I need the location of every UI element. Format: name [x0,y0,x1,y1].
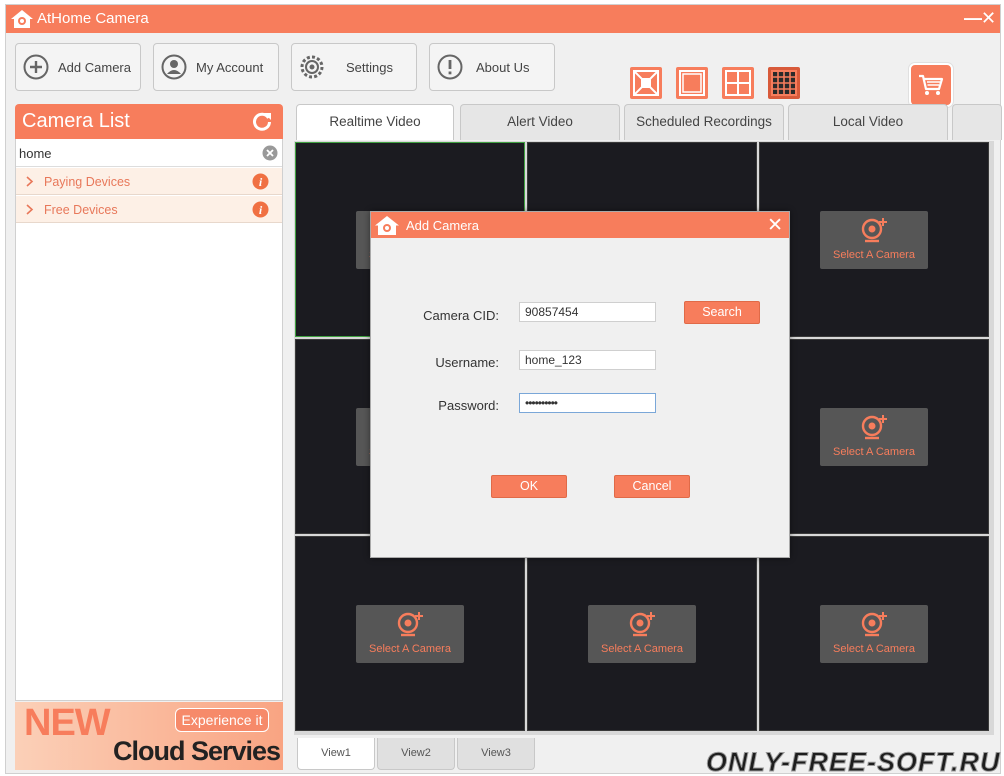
cancel-button[interactable]: Cancel [614,475,690,498]
video-cell[interactable]: Select A Camera [759,339,989,534]
webcam-add-icon [397,612,423,637]
tab-scheduled-recordings[interactable]: Scheduled Recordings [624,104,784,140]
tab-realtime-video[interactable]: Realtime Video [296,104,454,140]
search-button[interactable]: Search [684,301,760,324]
view-tab-2[interactable]: View2 [377,738,455,770]
video-cell[interactable]: Select A Camera [527,536,757,731]
tab-alert-video[interactable]: Alert Video [460,104,620,140]
select-camera-label: Select A Camera [601,643,683,655]
info-circle-icon [437,54,463,80]
site-watermark: ONLY-FREE-SOFT.RU [705,747,1001,776]
layout-2x2-icon[interactable] [722,67,754,99]
dialog-title: Add Camera [406,218,479,233]
info-icon[interactable]: i [252,173,269,190]
webcam-add-icon [861,612,887,637]
select-camera-button[interactable]: Select A Camera [588,605,696,663]
settings-button[interactable]: Settings [291,43,417,91]
add-camera-dialog: Add Camera ✕ Camera CID: Search Username… [370,211,790,558]
ad-cloud-text: Cloud Servies [113,736,281,766]
video-cell[interactable]: Select A Camera [759,142,989,337]
refresh-icon[interactable] [251,110,273,132]
layout-4x4-icon[interactable] [768,67,800,99]
select-camera-label: Select A Camera [833,446,915,458]
window-title: AtHome Camera [37,10,149,27]
close-button[interactable]: ✕ [981,8,996,28]
ad-new-text: NEW [24,702,111,744]
view-tab-1[interactable]: View1 [297,738,375,770]
my-account-button[interactable]: My Account [153,43,279,91]
layout-1x1-split-icon[interactable] [630,67,662,99]
select-camera-label: Select A Camera [833,643,915,655]
about-us-button[interactable]: About Us [429,43,555,91]
camera-search-box [16,139,282,167]
layout-single-icon[interactable] [676,67,708,99]
account-icon [161,54,187,80]
camera-cid-input[interactable] [519,302,656,322]
password-input[interactable] [519,393,656,413]
video-cell[interactable]: Select A Camera [295,536,525,731]
free-devices-group[interactable]: Free Devices i [16,196,282,223]
view-tab-3[interactable]: View3 [457,738,535,770]
camera-list-panel: Paying Devices i Free Devices i [15,139,283,701]
free-devices-label: Free Devices [44,203,118,217]
info-icon[interactable]: i [252,201,269,218]
tab-cloud-video[interactable]: C [952,104,1002,140]
select-camera-label: Select A Camera [369,643,451,655]
camera-list-title: Camera List [22,110,130,132]
add-camera-label: Add Camera [58,59,131,75]
chevron-right-icon [26,176,34,187]
username-label: Username: [435,355,499,370]
camera-cid-label: Camera CID: [423,308,499,323]
my-account-label: My Account [196,59,264,75]
webcam-add-icon [861,218,887,243]
shopping-cart-icon [919,74,944,95]
password-label: Password: [438,398,499,413]
camera-list-header: Camera List [15,104,283,139]
about-us-label: About Us [476,59,530,75]
paying-devices-group[interactable]: Paying Devices i [16,168,282,195]
settings-label: Settings [346,59,393,75]
camera-search-input[interactable] [19,144,255,162]
plus-circle-icon [23,54,49,80]
select-camera-button[interactable]: Select A Camera [820,408,928,466]
title-bar[interactable]: AtHome Camera — ✕ [6,5,1000,33]
select-camera-button[interactable]: Select A Camera [820,211,928,269]
video-cell[interactable]: Select A Camera [759,536,989,731]
home-logo-icon [11,10,33,28]
dialog-close-button[interactable]: ✕ [767,214,783,237]
webcam-add-icon [629,612,655,637]
paying-devices-label: Paying Devices [44,175,131,189]
username-input[interactable] [519,350,656,370]
home-logo-icon [375,216,399,235]
cloud-service-ad-banner[interactable]: NEW Experience it Cloud Servies [15,702,283,770]
add-camera-button[interactable]: Add Camera [15,43,141,91]
gear-icon [300,55,324,79]
clear-search-icon[interactable] [262,145,278,161]
select-camera-label: Select A Camera [833,249,915,261]
ad-experience-button[interactable]: Experience it [175,708,269,732]
ok-button[interactable]: OK [491,475,567,498]
shopping-cart-button[interactable] [909,63,953,107]
select-camera-button[interactable]: Select A Camera [820,605,928,663]
webcam-add-icon [861,415,887,440]
chevron-right-icon [26,204,34,215]
minimize-button[interactable]: — [964,8,982,28]
dialog-title-bar[interactable]: Add Camera ✕ [371,212,789,238]
select-camera-button[interactable]: Select A Camera [356,605,464,663]
tab-local-video[interactable]: Local Video [788,104,948,140]
